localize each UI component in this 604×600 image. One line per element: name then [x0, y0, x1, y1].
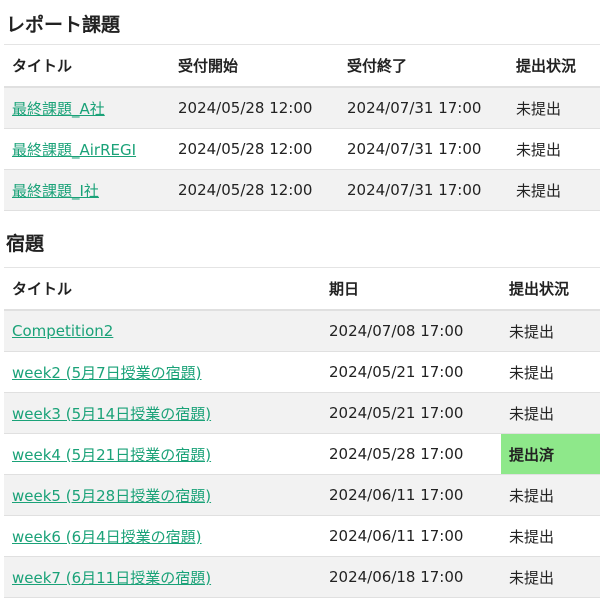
homework-due: 2024/05/21 17:00	[321, 392, 501, 434]
table-row: 最終課題_I社 2024/05/28 12:00 2024/07/31 17:0…	[4, 169, 600, 211]
report-title-cell: 最終課題_AirREGI	[4, 128, 170, 170]
homework-table-header: タイトル 期日 提出状況	[4, 267, 600, 311]
homework-status: 未提出	[501, 310, 600, 352]
homework-status: 未提出	[501, 556, 600, 598]
homework-status-submitted: 提出済	[501, 433, 600, 475]
homework-section: 宿題 タイトル 期日 提出状況 Competition2 2024/07/08 …	[0, 229, 604, 598]
report-status: 未提出	[508, 87, 600, 129]
homework-due: 2024/07/08 17:00	[321, 310, 501, 352]
homework-title-cell: week7 (6月11日授業の宿題)	[4, 556, 321, 598]
homework-status: 未提出	[501, 392, 600, 434]
report-end: 2024/07/31 17:00	[339, 169, 508, 211]
table-row: week4 (5月21日授業の宿題) 2024/05/28 17:00 提出済	[4, 433, 600, 475]
homework-due: 2024/05/28 17:00	[321, 433, 501, 475]
column-header-due: 期日	[321, 267, 501, 311]
homework-title-cell: week5 (5月28日授業の宿題)	[4, 474, 321, 516]
report-status: 未提出	[508, 128, 600, 170]
homework-link[interactable]: week4 (5月21日授業の宿題)	[12, 446, 211, 464]
homework-link[interactable]: week3 (5月14日授業の宿題)	[12, 405, 211, 423]
report-end: 2024/07/31 17:00	[339, 128, 508, 170]
column-header-end: 受付終了	[339, 44, 508, 88]
column-header-title: タイトル	[4, 44, 170, 88]
report-link[interactable]: 最終課題_I社	[12, 182, 99, 200]
report-table: タイトル 受付開始 受付終了 提出状況 最終課題_A社 2024/05/28 1…	[4, 44, 600, 211]
homework-title-cell: week3 (5月14日授業の宿題)	[4, 392, 321, 434]
homework-status: 未提出	[501, 515, 600, 557]
report-start: 2024/05/28 12:00	[170, 87, 339, 129]
table-row: week2 (5月7日授業の宿題) 2024/05/21 17:00 未提出	[4, 351, 600, 393]
report-section: レポート課題 タイトル 受付開始 受付終了 提出状況 最終課題_A社 2024/…	[0, 0, 604, 211]
report-section-title: レポート課題	[6, 14, 121, 36]
column-header-start: 受付開始	[170, 44, 339, 88]
column-header-status: 提出状況	[508, 44, 600, 88]
homework-link[interactable]: week2 (5月7日授業の宿題)	[12, 364, 202, 382]
report-end: 2024/07/31 17:00	[339, 87, 508, 129]
homework-section-title: 宿題	[6, 233, 45, 255]
homework-title-cell: week2 (5月7日授業の宿題)	[4, 351, 321, 393]
homework-status: 未提出	[501, 351, 600, 393]
report-link[interactable]: 最終課題_A社	[12, 100, 105, 118]
homework-status: 未提出	[501, 474, 600, 516]
table-row: 最終課題_AirREGI 2024/05/28 12:00 2024/07/31…	[4, 128, 600, 170]
homework-link[interactable]: week7 (6月11日授業の宿題)	[12, 569, 211, 587]
report-title-cell: 最終課題_A社	[4, 87, 170, 129]
homework-link[interactable]: week5 (5月28日授業の宿題)	[12, 487, 211, 505]
table-row: week6 (6月4日授業の宿題) 2024/06/11 17:00 未提出	[4, 515, 600, 557]
report-link[interactable]: 最終課題_AirREGI	[12, 141, 136, 159]
homework-table: タイトル 期日 提出状況 Competition2 2024/07/08 17:…	[4, 267, 600, 598]
report-status: 未提出	[508, 169, 600, 211]
homework-due: 2024/06/11 17:00	[321, 474, 501, 516]
table-row: week5 (5月28日授業の宿題) 2024/06/11 17:00 未提出	[4, 474, 600, 516]
report-start: 2024/05/28 12:00	[170, 128, 339, 170]
homework-link[interactable]: week6 (6月4日授業の宿題)	[12, 528, 202, 546]
table-row: Competition2 2024/07/08 17:00 未提出	[4, 310, 600, 352]
table-row: week7 (6月11日授業の宿題) 2024/06/18 17:00 未提出	[4, 556, 600, 598]
table-row: 最終課題_A社 2024/05/28 12:00 2024/07/31 17:0…	[4, 87, 600, 129]
homework-link[interactable]: Competition2	[12, 322, 113, 340]
homework-due: 2024/05/21 17:00	[321, 351, 501, 393]
homework-title-cell: Competition2	[4, 310, 321, 352]
homework-title-cell: week6 (6月4日授業の宿題)	[4, 515, 321, 557]
table-row: week3 (5月14日授業の宿題) 2024/05/21 17:00 未提出	[4, 392, 600, 434]
homework-due: 2024/06/11 17:00	[321, 515, 501, 557]
homework-due: 2024/06/18 17:00	[321, 556, 501, 598]
report-start: 2024/05/28 12:00	[170, 169, 339, 211]
homework-title-cell: week4 (5月21日授業の宿題)	[4, 433, 321, 475]
report-title-cell: 最終課題_I社	[4, 169, 170, 211]
column-header-status: 提出状況	[501, 267, 600, 311]
column-header-title: タイトル	[4, 267, 321, 311]
report-table-header: タイトル 受付開始 受付終了 提出状況	[4, 44, 600, 88]
